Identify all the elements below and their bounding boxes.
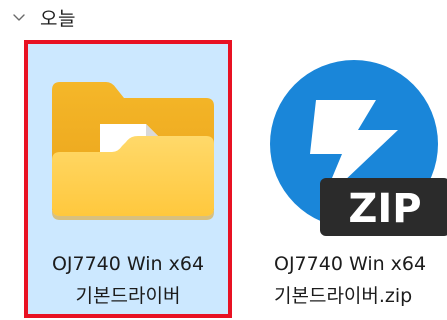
group-label: 오늘 (40, 7, 76, 30)
file-name-line2: 기본드라이버.zip (274, 285, 413, 307)
file-name-line1: OJ7740 Win x64 (51, 253, 205, 275)
file-item-zip[interactable]: ZIP OJ7740 Win x64 기본드라이버.zip (254, 40, 447, 318)
group-header-today[interactable]: 오늘 (8, 2, 76, 32)
file-name-line2: 기본드라이버 (75, 285, 181, 307)
file-name: OJ7740 Win x64 기본드라이버 (28, 248, 228, 312)
file-name: OJ7740 Win x64 기본드라이버.zip (274, 248, 447, 312)
file-item-folder[interactable]: OJ7740 Win x64 기본드라이버 (24, 40, 232, 318)
folder-icon (28, 60, 228, 240)
zip-badge-text: ZIP (348, 186, 421, 232)
zip-archive-icon: ZIP (258, 60, 447, 240)
file-name-line1: OJ7740 Win x64 (274, 253, 427, 275)
chevron-down-icon[interactable] (8, 6, 30, 28)
